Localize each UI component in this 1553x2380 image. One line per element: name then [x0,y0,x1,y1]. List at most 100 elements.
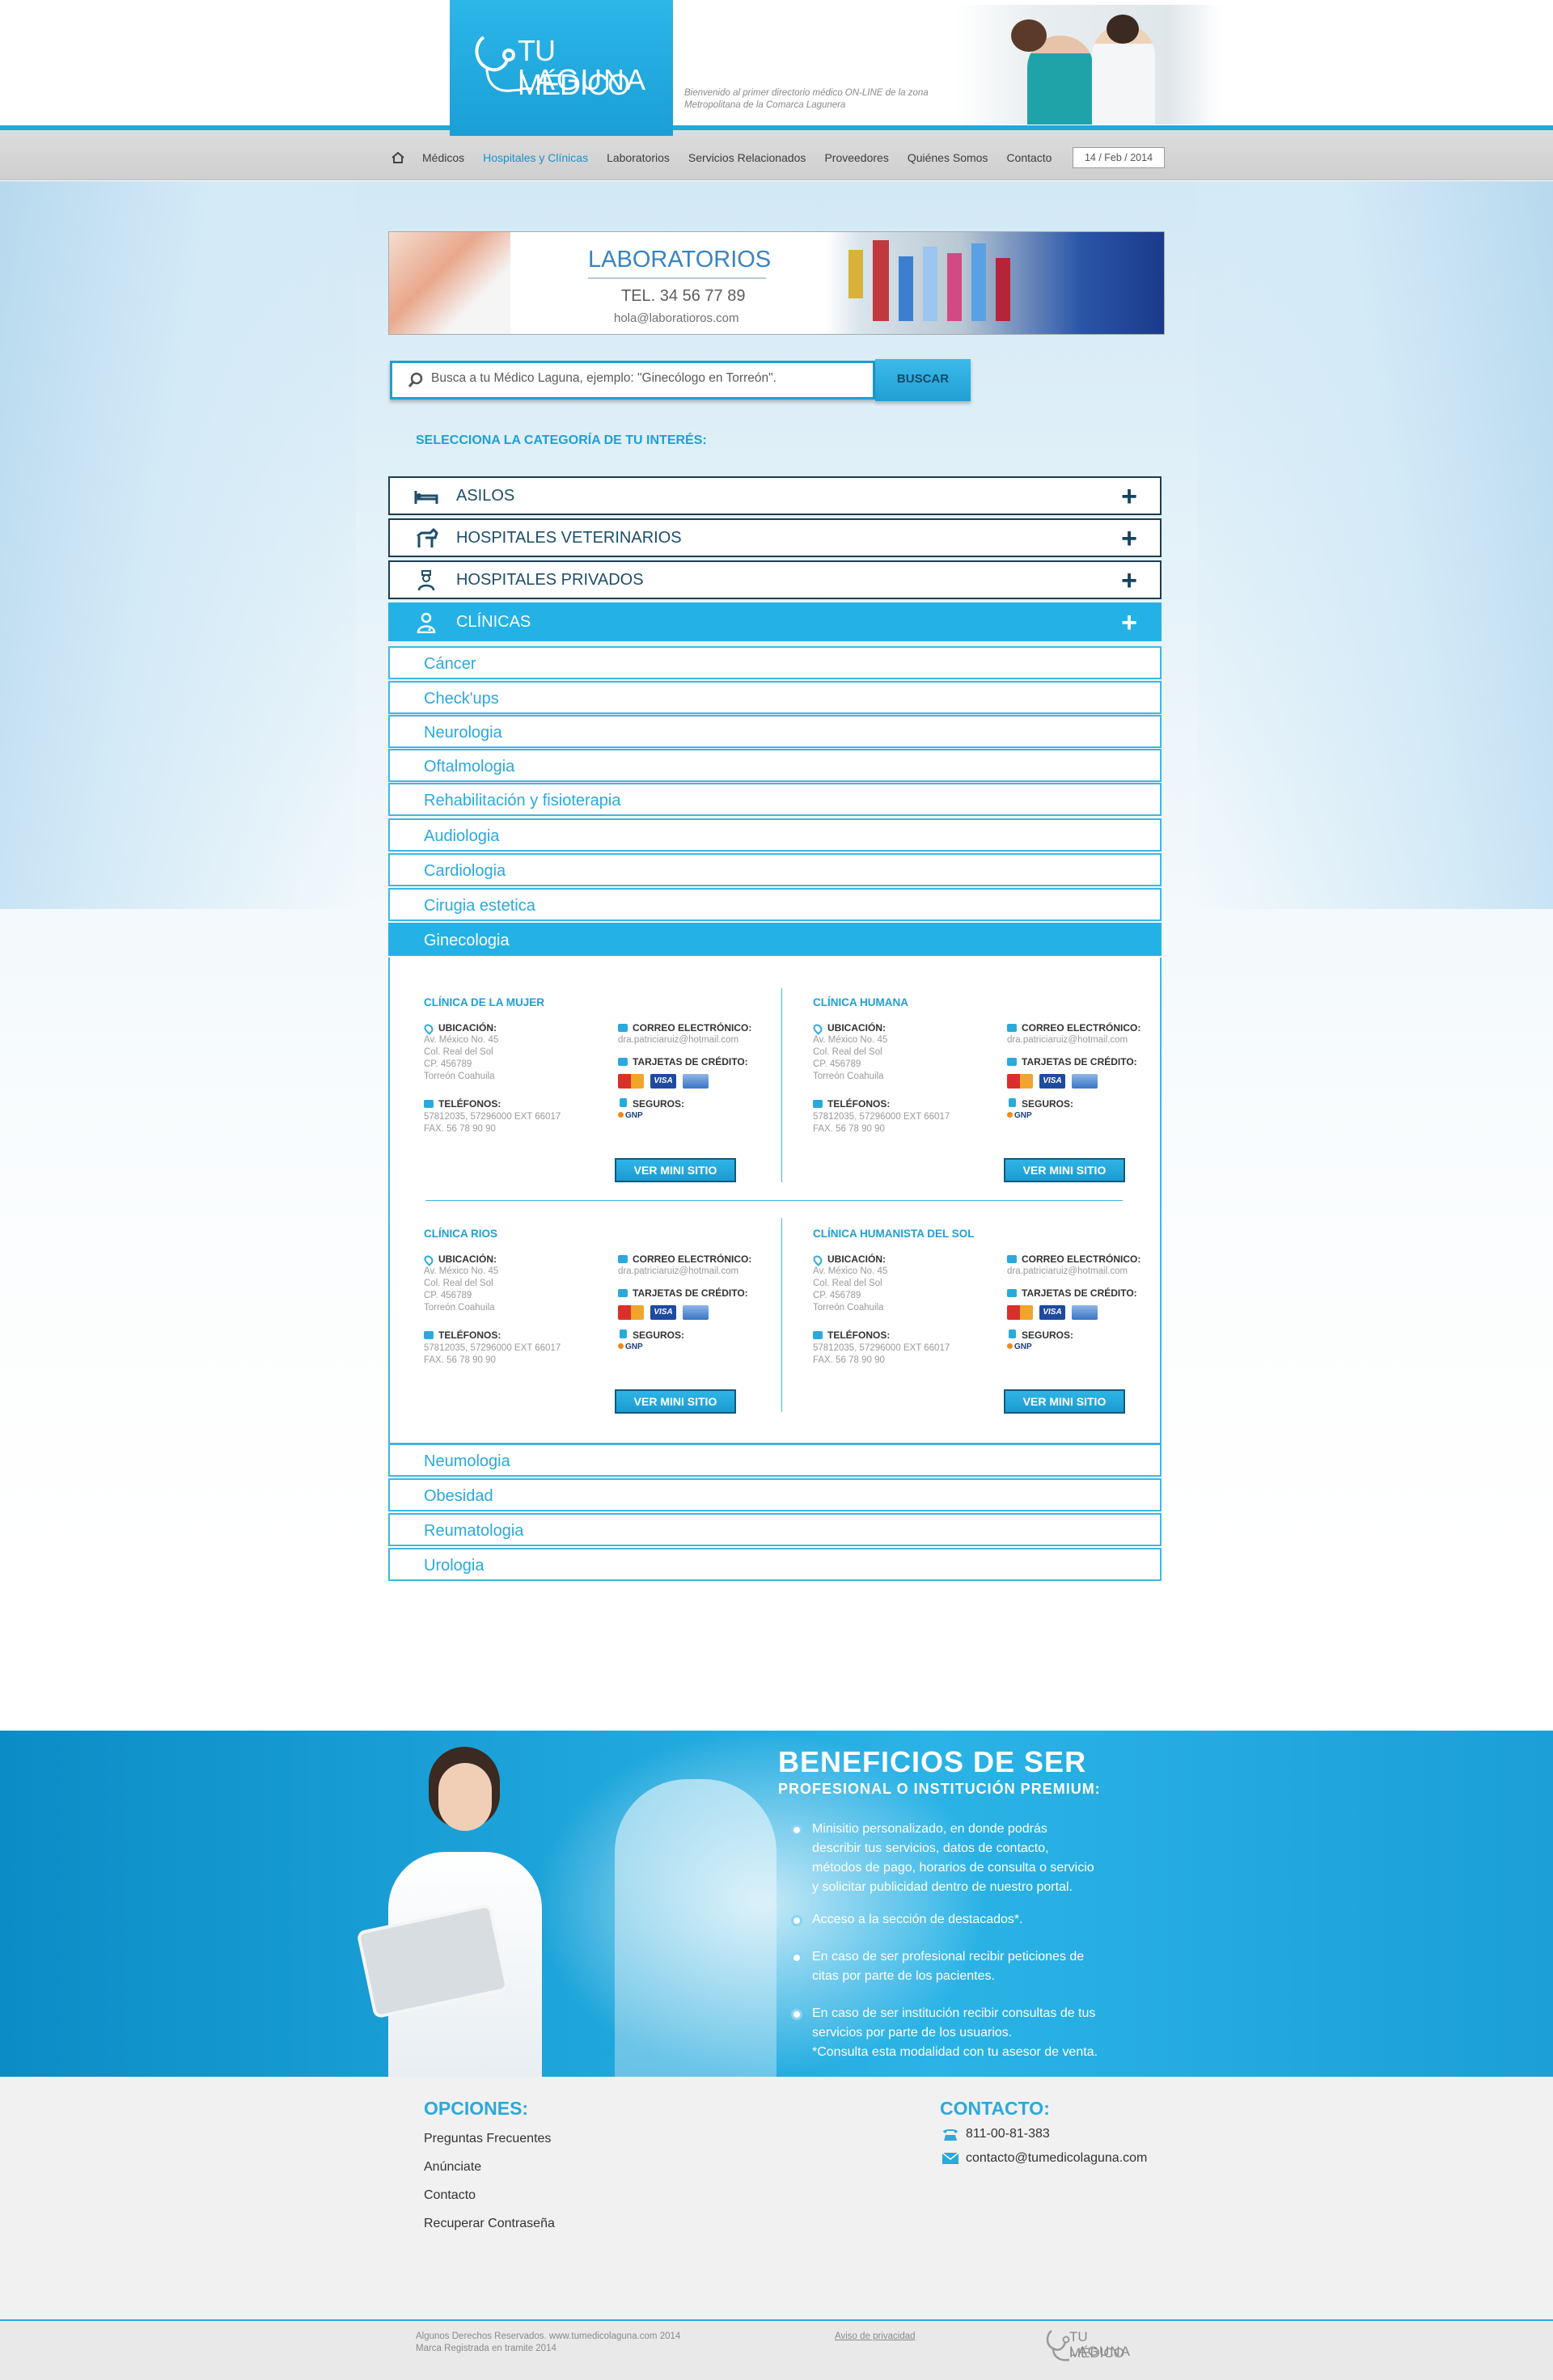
clinic-card: CLÍNICA RIOS UBICACIÓN: Av. México No. 4… [422,1228,796,1430]
logo-text-line2: LAGUNA [518,63,648,96]
home-icon[interactable] [391,152,404,163]
subcategory-label: Oftalmologia [424,758,515,776]
subcategory-checkups[interactable]: Check'ups [388,681,1162,714]
credit-card-icon [1007,1058,1017,1066]
nav-item-hospitales[interactable]: Hospitales y Clínicas [483,151,588,164]
clinic-name[interactable]: CLÍNICA RIOS [424,1228,497,1240]
ver-mini-sitio-button[interactable]: VER MINI SITIO [615,1158,736,1182]
banner-underline [588,277,766,279]
credit-card-icon [1007,1289,1017,1297]
privacy-link[interactable]: Aviso de privacidad [835,2331,916,2343]
site-header: Bienvenido al primer directorio médico O… [0,0,1553,125]
subcategory-label: Cáncer [424,655,476,673]
nav-item-laboratorios[interactable]: Laboratorios [607,151,670,164]
bottom-bar [0,2319,1553,2380]
phone-icon [813,1331,823,1339]
nav-item-proveedores[interactable]: Proveedores [824,151,888,164]
expand-plus-icon: + [1121,481,1137,512]
search-button[interactable]: BUSCAR [875,359,971,401]
site-logo[interactable]: TU MÉDICO LAGUNA [450,0,673,136]
subcategory-label: Neumologia [424,1452,510,1470]
ver-mini-sitio-button[interactable]: VER MINI SITIO [1004,1158,1125,1182]
banner-test-tubes-image [826,232,1164,334]
footer-logo[interactable]: TU MÉDICO LAGUNA [1045,2324,1134,2366]
bullet-icon [791,1952,802,1964]
bullet-icon [791,2009,802,2020]
subcategory-cancer[interactable]: Cáncer [388,646,1162,679]
gnp-logo: GNP [1007,1342,1032,1351]
lock-icon [1009,1330,1016,1338]
ver-mini-sitio-button[interactable]: VER MINI SITIO [615,1389,736,1414]
clinic-email[interactable]: dra.patriciaruiz@hotmail.com [618,1266,738,1278]
clinic-email[interactable]: dra.patriciaruiz@hotmail.com [1007,1034,1128,1046]
clinic-name[interactable]: CLÍNICA DE LA MUJER [424,996,544,1008]
subcategory-obesidad[interactable]: Obesidad [388,1478,1162,1511]
benefits-section [0,1731,1553,2077]
doctor-icon [417,612,436,633]
clinic-name[interactable]: CLÍNICA HUMANA [813,996,908,1008]
credit-card-icon [618,1289,628,1297]
subcategory-neumologia[interactable]: Neumologia [388,1444,1162,1477]
subcategory-audiologia[interactable]: Audiologia [388,818,1162,852]
subcategory-cardiologia[interactable]: Cardiologia [388,853,1162,886]
tarjetas-label: TARJETAS DE CRÉDITO: [1022,1056,1137,1067]
subcategory-neurologia[interactable]: Neurologia [388,715,1162,748]
visa-icon: VISA [1039,1074,1065,1089]
email-icon [618,1024,628,1032]
subcategory-ginecologia[interactable]: Ginecologia [388,923,1162,956]
lock-icon [620,1098,627,1107]
footer-link-recuperar[interactable]: Recuperar Contraseña [424,2217,555,2231]
mastercard-icon [1007,1074,1033,1089]
footer-options-title: OPCIONES: [424,2098,529,2119]
main-nav: Médicos Hospitales y Clínicas Laboratori… [391,147,1070,168]
gnp-label: GNP [625,1111,643,1120]
clinic-email[interactable]: dra.patriciaruiz@hotmail.com [618,1034,738,1046]
stethoscope-icon [475,36,523,92]
category-label: ASILOS [456,487,515,505]
visa-icon: VISA [1039,1305,1065,1320]
footer-email[interactable]: contacto@tumedicolaguna.com [966,2151,1147,2166]
bullet-icon [791,1915,802,1926]
nav-item-contacto[interactable]: Contacto [1006,151,1052,164]
search-input[interactable]: Busca a tu Médico Laguna, ejemplo: "Gine… [390,361,875,399]
subcategory-cirugia-estetica[interactable]: Cirugia estetica [388,888,1162,921]
subcategory-oftalmologia[interactable]: Oftalmologia [388,749,1162,782]
footer-link-faq[interactable]: Preguntas Frecuentes [424,2132,551,2146]
category-hospitales-privados[interactable]: HOSPITALES PRIVADOS + [388,560,1162,599]
subcategory-label: Obesidad [424,1487,493,1505]
subcategory-urologia[interactable]: Urologia [388,1548,1162,1581]
copyright-line1: Algunos Derechos Reservados. www.tumedic… [416,2331,681,2341]
ubicacion-label: UBICACIÓN: [438,1253,497,1265]
clinic-name[interactable]: CLÍNICA HUMANISTA DEL SOL [813,1228,975,1240]
location-pin-icon [422,1253,435,1266]
copyright-line2: Marca Registrada en tramite 2014 [416,2344,556,2353]
benefits-subtitle: PROFESIONAL O INSTITUCIÓN PREMIUM: [778,1781,1101,1797]
row-divider [425,1200,1123,1201]
clinic-address: Av. México No. 45 Col. Real del Sol CP. 45… [813,1266,888,1313]
subcategory-label: Reumatologia [424,1522,524,1540]
search-placeholder: Busca a tu Médico Laguna, ejemplo: "Gine… [431,371,776,385]
nav-item-medicos[interactable]: Médicos [422,151,464,164]
benefit-item: Acceso a la sección de destacados*. [812,1913,1023,1926]
category-clinicas[interactable]: CLÍNICAS + [388,602,1162,641]
amex-icon [683,1074,709,1089]
banner-scientist-image [389,232,510,334]
ver-mini-sitio-button[interactable]: VER MINI SITIO [1004,1389,1125,1414]
clinic-email[interactable]: dra.patriciaruiz@hotmail.com [1007,1266,1128,1278]
subcategory-rehabilitacion[interactable]: Rehabilitación y fisioterapia [388,783,1162,816]
footer-link-anunciate[interactable]: Anúnciate [424,2160,481,2175]
category-asilos[interactable]: ASILOS + [388,476,1162,515]
phone-icon [424,1100,434,1108]
gnp-logo: GNP [1007,1111,1032,1120]
lock-icon [620,1330,627,1338]
footer-link-contacto[interactable]: Contacto [424,2188,476,2203]
lab-ad-banner[interactable]: LABORATORIOS TEL. 34 56 77 89 hola@labor… [388,231,1165,335]
subcategory-label: Check'ups [424,690,499,708]
tagline: Bienvenido al primer directorio médico O… [684,88,929,110]
subcategory-reumatologia[interactable]: Reumatologia [388,1513,1162,1546]
nav-item-quienes-somos[interactable]: Quiénes Somos [908,151,988,164]
category-hospitales-veterinarios[interactable]: HOSPITALES VETERINARIOS + [388,518,1162,557]
amex-icon [1072,1305,1098,1320]
nav-item-servicios[interactable]: Servicios Relacionados [688,151,806,164]
correo-label: CORREO ELECTRÓNICO: [1022,1253,1141,1265]
